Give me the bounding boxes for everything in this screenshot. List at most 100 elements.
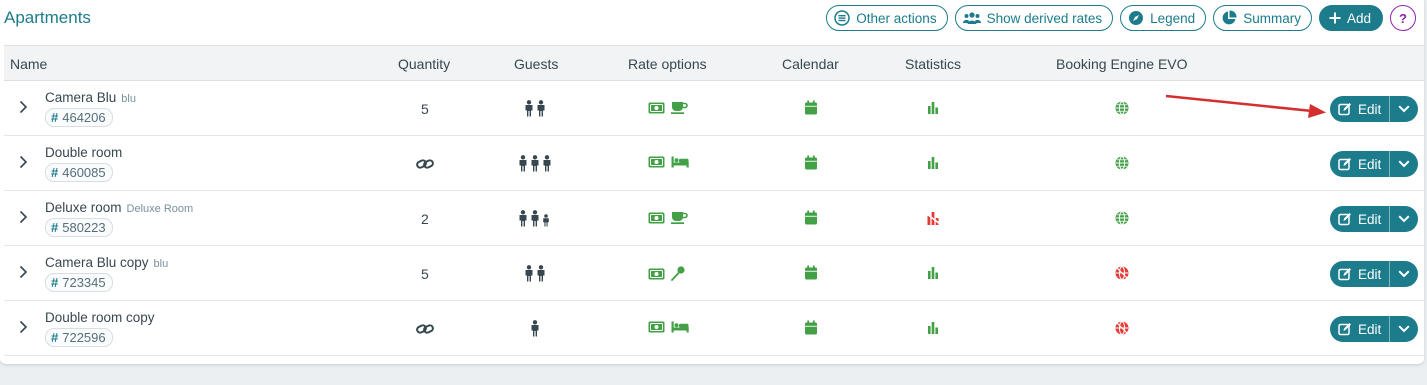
column-statistics[interactable]: Statistics: [905, 56, 961, 72]
money-icon[interactable]: [648, 268, 665, 280]
chevron-down-icon: [1398, 215, 1410, 223]
room-code-badge: #723345: [45, 273, 113, 292]
other-actions-button[interactable]: Other actions: [826, 5, 948, 31]
hash-icon: #: [51, 110, 59, 125]
other-actions-label: Other actions: [856, 10, 937, 26]
statistics-icon[interactable]: [926, 266, 940, 284]
globe-icon[interactable]: [1115, 101, 1129, 120]
guests-icons: [518, 155, 552, 172]
table-row[interactable]: Camera Blu copy blu #723345 5 Edit: [4, 246, 1424, 301]
edit-button[interactable]: Edit: [1330, 261, 1390, 287]
chevron-right-icon[interactable]: [19, 100, 28, 119]
table-row[interactable]: Deluxe room Deluxe Room #580223 2 Edit: [4, 191, 1424, 246]
room-name-label: Camera Blu: [45, 90, 117, 105]
chevron-down-icon: [1398, 160, 1410, 168]
adult-icon: [536, 265, 546, 282]
statistics-icon[interactable]: [926, 321, 940, 339]
edit-dropdown-button[interactable]: [1390, 316, 1418, 342]
globe-error-icon[interactable]: [1115, 266, 1129, 285]
show-derived-rates-button[interactable]: Show derived rates: [954, 5, 1114, 31]
calendar-icon[interactable]: [804, 265, 818, 285]
rate-options-icons: [648, 211, 688, 224]
edit-button-group: Edit: [1330, 151, 1418, 177]
add-label: Add: [1346, 10, 1371, 26]
column-quantity[interactable]: Quantity: [398, 56, 450, 72]
chevron-right-icon[interactable]: [19, 265, 28, 284]
room-name-label: Deluxe room: [45, 200, 122, 215]
money-icon[interactable]: [648, 156, 665, 168]
statistics-icon[interactable]: [926, 156, 940, 174]
bed-icon[interactable]: [671, 321, 689, 333]
bed-icon[interactable]: [671, 156, 689, 168]
edit-button[interactable]: Edit: [1330, 206, 1390, 232]
apartments-panel: Apartments Other actions Show derived ra…: [0, 0, 1424, 364]
globe-icon[interactable]: [1115, 211, 1129, 230]
calendar-icon[interactable]: [804, 210, 818, 230]
chevron-down-icon: [1398, 270, 1410, 278]
adult-icon: [530, 320, 540, 337]
child-icon: [542, 214, 550, 227]
calendar-icon[interactable]: [804, 155, 818, 175]
room-name-label: Double room: [45, 145, 123, 160]
room-subtitle: Deluxe Room: [126, 203, 194, 215]
edit-icon: [1338, 322, 1352, 336]
rate-options-icons: [648, 156, 689, 168]
column-name[interactable]: Name: [10, 56, 47, 72]
room-name: Double room: [45, 145, 122, 160]
edit-button[interactable]: Edit: [1330, 316, 1390, 342]
money-icon[interactable]: [648, 102, 665, 114]
edit-label: Edit: [1358, 211, 1382, 227]
edit-button-group: Edit: [1330, 96, 1418, 122]
coffee-icon[interactable]: [671, 211, 688, 224]
room-name: Double room copy: [45, 310, 155, 325]
edit-button-group: Edit: [1330, 316, 1418, 342]
chevron-right-icon[interactable]: [19, 210, 28, 229]
chevron-down-icon: [1398, 325, 1410, 333]
edit-icon: [1338, 212, 1352, 226]
chevron-right-icon[interactable]: [19, 155, 28, 174]
edit-dropdown-button[interactable]: [1390, 96, 1418, 122]
column-booking-engine[interactable]: Booking Engine EVO: [1056, 56, 1188, 72]
pin-icon[interactable]: [671, 266, 685, 281]
coffee-icon[interactable]: [671, 101, 688, 114]
legend-button[interactable]: Legend: [1120, 5, 1207, 31]
statistics-icon[interactable]: [926, 101, 940, 119]
money-icon[interactable]: [648, 321, 665, 333]
edit-dropdown-button[interactable]: [1390, 151, 1418, 177]
column-guests[interactable]: Guests: [514, 56, 558, 72]
help-icon: ?: [1399, 10, 1407, 26]
edit-button[interactable]: Edit: [1330, 96, 1390, 122]
globe-icon[interactable]: [1115, 156, 1129, 175]
statistics-error-icon[interactable]: [926, 211, 941, 231]
edit-icon: [1338, 102, 1352, 116]
help-button[interactable]: ?: [1390, 5, 1416, 31]
room-name-label: Camera Blu copy: [45, 255, 149, 270]
link-icon: [416, 157, 434, 176]
table-row[interactable]: Double room copy #722596 Edit: [4, 301, 1424, 356]
table-header: Name Quantity Guests Rate options Calend…: [4, 45, 1424, 81]
hash-icon: #: [51, 330, 59, 345]
plus-icon: [1329, 12, 1341, 24]
summary-button[interactable]: Summary: [1213, 5, 1312, 31]
column-rate-options[interactable]: Rate options: [628, 56, 707, 72]
rate-options-icons: [648, 266, 685, 281]
adult-icon: [524, 265, 534, 282]
room-name: Deluxe room Deluxe Room: [45, 200, 193, 215]
hash-icon: #: [51, 165, 59, 180]
calendar-icon[interactable]: [804, 100, 818, 120]
column-calendar[interactable]: Calendar: [782, 56, 839, 72]
pie-chart-icon: [1222, 10, 1237, 25]
globe-error-icon[interactable]: [1115, 321, 1129, 340]
rate-options-icons: [648, 321, 689, 333]
edit-dropdown-button[interactable]: [1390, 206, 1418, 232]
guests-icons: [518, 210, 550, 227]
calendar-icon[interactable]: [804, 320, 818, 340]
room-code: 723345: [62, 275, 106, 290]
edit-dropdown-button[interactable]: [1390, 261, 1418, 287]
money-icon[interactable]: [648, 212, 665, 224]
add-button[interactable]: Add: [1318, 5, 1383, 31]
chevron-right-icon[interactable]: [19, 320, 28, 339]
compass-icon: [1129, 11, 1144, 25]
table-row[interactable]: Double room #460085 Edit: [4, 136, 1424, 191]
edit-button[interactable]: Edit: [1330, 151, 1390, 177]
